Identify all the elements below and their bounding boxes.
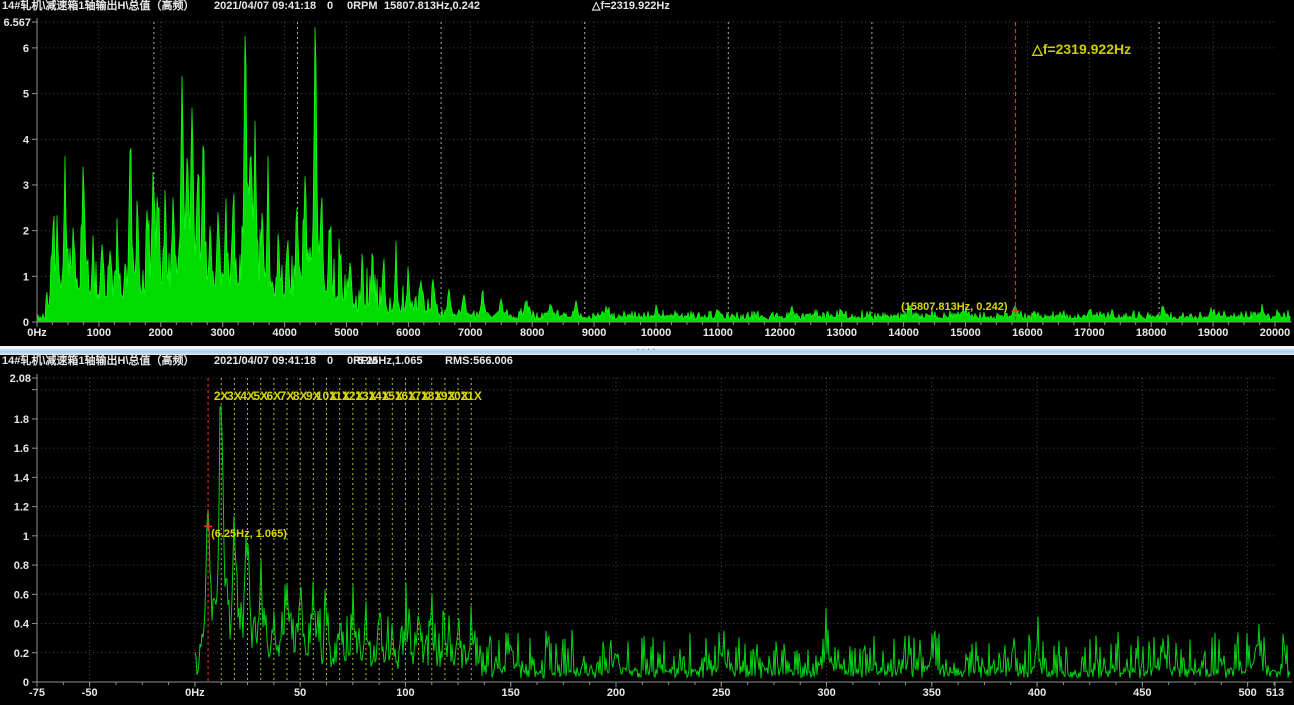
y-tick-label: 1 [23,271,29,283]
x-tick-label: 20000 [1260,327,1291,339]
cursor-annotation: (15807.813Hz, 0.242) [901,301,1008,313]
splitter-grip-icon: ···· [636,347,657,353]
y-max-label: 2.08 [10,373,31,385]
spectrum2-rms-readout: RMS:566.006 [445,355,513,367]
x-tick-label: 0Hz [27,327,47,339]
x-tick-label: 500 [1238,687,1256,699]
spectrum1-header: 14#轧机\减速箱1轴输出H\总值（高频） 2021/04/07 09:41:1… [0,0,1294,12]
spectrum1-channel: 0 [327,0,333,12]
x-tick-label: 100 [396,687,414,699]
spectrum2-trace [195,406,1290,678]
spectrum2-plot[interactable]: 2X3X4X5X6X7X8X9X10X11X12X13X14X15X16X17X… [0,367,1294,705]
spectrum1-cursor-readout: 15807.813Hz,0.242 [384,0,480,12]
spectrum1-rpm: 0RPM [347,0,378,12]
y-tick-label: 1.8 [14,414,29,426]
x-tick-label: 15000 [950,327,981,339]
x-tick-label: 12000 [765,327,796,339]
x-tick-label: 250 [712,687,730,699]
y-tick-label: 4 [23,134,30,146]
delta-f-label: △f=2319.922Hz [1031,41,1131,57]
harmonic-label: 21X [461,389,482,403]
y-max-label: 6.567 [3,17,31,29]
spectrum2-datetime: 2021/04/07 09:41:18 [214,355,316,367]
x-tick-label: 11000 [703,327,733,339]
x-tick-label: 400 [1028,687,1046,699]
spectrum2-header: 14#轧机\减速箱1轴输出H\总值（高频） 2021/04/07 09:41:1… [0,355,1294,367]
y-tick-label: 0.8 [14,560,29,572]
spectrum1-plot[interactable]: 0Hz 1000 2000 3000 4000 5000 6000 7000 8000 9000 1… [0,12,1294,346]
spectrum1-deltaf-readout: △f=2319.922Hz [592,0,670,12]
spectrum2-cursor-readout: 6.25Hz,1.065 [357,355,422,367]
x-tick-label: 1000 [87,327,111,339]
x-tick-label: 150 [502,687,520,699]
x-tick-label: 0Hz [185,687,205,699]
x-tick-label: 300 [817,687,835,699]
y-tick-label: 1.2 [14,502,29,514]
x-tick-label: -75 [29,687,45,699]
x-tick-label: 18000 [1136,327,1167,339]
x-tick-label: 350 [923,687,941,699]
y-tick-label: 5 [23,89,29,101]
x-tick-label: 3000 [210,327,234,339]
y-tick-label: 0 [23,677,29,689]
x-tick-label: 5000 [334,327,358,339]
x-tick-label: 513 [1266,687,1284,699]
y-tick-label: 1 [23,531,29,543]
spectrum2-title: 14#轧机\减速箱1轴输出H\总值（高频） [2,355,195,367]
y-tick-label: 0.4 [14,619,30,631]
y-tick-label: 0.2 [14,648,29,660]
panel-splitter[interactable]: ···· [0,346,1294,355]
y-tick-label: 2 [23,226,29,238]
y-tick-label: 0 [23,317,29,329]
x-tick-label: 450 [1133,687,1151,699]
spectrum2-channel: 0 [327,355,333,367]
x-tick-label: 50 [294,687,306,699]
x-tick-label: 19000 [1198,327,1229,339]
x-tick-label: 8000 [520,327,544,339]
x-tick-label: 4000 [272,327,296,339]
cursor-annotation: (6.25Hz, 1.065) [211,528,287,540]
y-tick-label: 0.6 [14,589,29,601]
spectrum1-title: 14#轧机\减速箱1轴输出H\总值（高频） [2,0,195,12]
spectrum1-datetime: 2021/04/07 09:41:18 [214,0,316,12]
y-tick-label: 1.6 [14,443,29,455]
spectrum-analyzer-window: 14#轧机\减速箱1轴输出H\总值（高频） 2021/04/07 09:41:1… [0,0,1294,705]
x-tick-label: 2000 [149,327,173,339]
x-tick-label: 14000 [888,327,919,339]
y-tick-label: 1.4 [14,472,30,484]
y-tick-label: 3 [23,180,29,192]
x-tick-label: 7000 [458,327,482,339]
x-tick-label: 17000 [1074,327,1105,339]
y-tick-label: 6 [23,43,29,55]
x-tick-label: 6000 [396,327,420,339]
x-tick-label: 16000 [1012,327,1043,339]
x-tick-label: 9000 [582,327,606,339]
x-tick-label: -50 [82,687,98,699]
x-tick-label: 200 [607,687,625,699]
spectrum1-trace [37,27,1290,322]
x-tick-label: 10000 [641,327,672,339]
x-tick-label: 13000 [826,327,857,339]
